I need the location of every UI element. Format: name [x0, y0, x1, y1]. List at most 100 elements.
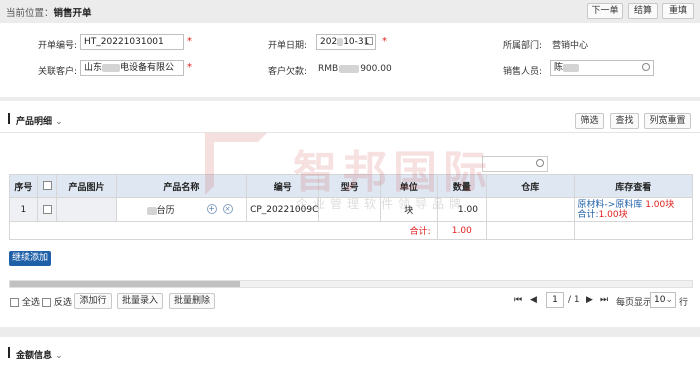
- filter-button[interactable]: 筛选: [575, 113, 604, 129]
- chevron-down-icon: ⌄: [665, 295, 673, 305]
- empty-cell: [10, 240, 693, 276]
- chevron-down-icon[interactable]: ⌄: [55, 117, 63, 127]
- customer-prefix: 山东: [84, 63, 103, 73]
- section-bar: [8, 347, 10, 358]
- page-title: 当前位置：销售开单: [6, 5, 92, 19]
- blurred-text: [337, 37, 344, 46]
- watermark-logo: [205, 133, 267, 195]
- total-stock-cell: [573, 221, 694, 240]
- search-icon[interactable]: [642, 63, 650, 71]
- col-image[interactable]: 产品图片: [56, 174, 117, 198]
- invert-select-label: 反选: [53, 298, 72, 308]
- total-value-text: 1.00: [451, 225, 472, 236]
- required-mark: *: [187, 36, 192, 47]
- amount-section-title: 金额信息 ⌄: [16, 348, 63, 361]
- row-checkbox[interactable]: [42, 204, 52, 214]
- debt-label: 客户欠款:: [267, 67, 307, 77]
- stock-location[interactable]: 原材料->原料库: [578, 200, 643, 210]
- blurred-text: [146, 206, 157, 215]
- section-bar: [8, 113, 10, 124]
- batch-entry-button[interactable]: 批量录入: [117, 293, 163, 309]
- sales-label: 销售人员:: [502, 67, 542, 77]
- watermark-text: 智邦国际: [293, 147, 493, 198]
- order-no-input[interactable]: HT_20221031001: [80, 34, 184, 50]
- customer-suffix: 电设备有限公: [120, 63, 175, 73]
- order-date-input[interactable]: 202 10-31: [316, 34, 376, 50]
- page-size-label: 每页显示: [616, 298, 653, 308]
- reset-button[interactable]: 重填: [662, 3, 694, 19]
- debt-amount: 900.00: [360, 64, 392, 74]
- sales-value: 陈: [554, 63, 564, 73]
- total-warehouse-cell: [485, 221, 575, 240]
- clear-icon[interactable]: ×: [222, 204, 233, 214]
- order-date-label: 开单日期:: [267, 41, 307, 51]
- row-warehouse[interactable]: [485, 197, 575, 222]
- next-order-button[interactable]: 下一单: [587, 3, 623, 19]
- page-input[interactable]: 1: [546, 292, 564, 308]
- row-stock: 原材料->原料库 1.00块 合计:1.00块: [573, 197, 694, 222]
- total-label-text: 合计:: [409, 227, 431, 237]
- stock-total-label: 合计:: [577, 209, 599, 220]
- stock-qty: 1.00块: [645, 199, 675, 210]
- col-warehouse[interactable]: 仓库: [485, 174, 575, 198]
- search-icon[interactable]: [536, 159, 544, 167]
- calendar-icon[interactable]: [365, 37, 373, 45]
- col-index[interactable]: 序号: [9, 174, 38, 198]
- next-page-icon[interactable]: ▶: [586, 295, 593, 305]
- page-size-unit: 行: [679, 298, 689, 308]
- products-section-title: 产品明细 ⌄: [16, 114, 63, 127]
- table-empty-row: [10, 240, 693, 276]
- continue-add-button[interactable]: 继续添加: [9, 251, 51, 266]
- blurred-text: [339, 64, 360, 73]
- stock-total: 1.00块: [598, 209, 628, 220]
- dept-label: 所属部门:: [502, 41, 542, 51]
- customer-input[interactable]: 山东 电设备有限公: [80, 60, 184, 76]
- required-mark: *: [382, 36, 387, 47]
- add-icon[interactable]: +: [206, 204, 217, 214]
- total-value: 1.00: [436, 221, 487, 240]
- required-mark: *: [187, 62, 192, 73]
- amount-panel: [0, 337, 700, 365]
- prev-page-icon[interactable]: ◀: [530, 295, 537, 305]
- first-page-icon[interactable]: ⏮: [514, 295, 522, 305]
- page-size-select[interactable]: 10 ⌄: [650, 292, 676, 308]
- watermark-subtext: 企业管理软件领导品牌: [296, 197, 467, 211]
- order-date-prefix: 202: [320, 37, 338, 47]
- select-all-box[interactable]: [10, 298, 19, 307]
- find-button[interactable]: 查找: [610, 113, 639, 129]
- blurred-text: [102, 63, 121, 72]
- horizontal-scrollbar[interactable]: [9, 280, 693, 288]
- dept-value: 营销中心: [552, 41, 589, 51]
- row-select[interactable]: [36, 197, 58, 222]
- debt-value: RMB 900.00: [318, 64, 392, 74]
- page-title-text: 销售开单: [53, 8, 92, 19]
- last-page-icon[interactable]: ⏭: [600, 295, 608, 305]
- table-total-row: 合计: 1.00: [9, 221, 694, 240]
- row-index: 1: [9, 197, 38, 222]
- reset-column-width-button[interactable]: 列宽重置: [644, 113, 691, 129]
- page-total: / 1: [568, 295, 580, 305]
- blurred-text: [563, 63, 580, 72]
- product-name: 台历: [156, 206, 175, 216]
- invert-select-box[interactable]: [42, 298, 51, 307]
- debt-currency: RMB: [318, 64, 339, 74]
- settle-button[interactable]: 结算: [628, 3, 658, 19]
- scrollbar-thumb[interactable]: [10, 281, 240, 287]
- col-stock[interactable]: 库存查看: [573, 174, 694, 198]
- select-all-option[interactable]: 全选: [10, 295, 40, 308]
- customer-label: 关联客户:: [37, 67, 77, 77]
- batch-delete-button[interactable]: 批量删除: [169, 293, 215, 309]
- chevron-down-icon[interactable]: ⌄: [55, 351, 63, 361]
- row-name[interactable]: 台历 + ×: [115, 197, 248, 222]
- divider: [0, 132, 700, 133]
- add-row-button[interactable]: 添加行: [74, 293, 112, 309]
- page-size-value: 10: [654, 295, 666, 305]
- row-image: [56, 197, 117, 222]
- invert-select-option[interactable]: 反选: [42, 295, 72, 308]
- select-all-checkbox[interactable]: [42, 181, 52, 190]
- select-all-label: 全选: [21, 298, 40, 308]
- sales-input[interactable]: 陈: [550, 60, 654, 76]
- col-select[interactable]: [36, 174, 58, 198]
- total-label: 合计:: [9, 221, 438, 240]
- products-title-text: 产品明细: [16, 117, 53, 127]
